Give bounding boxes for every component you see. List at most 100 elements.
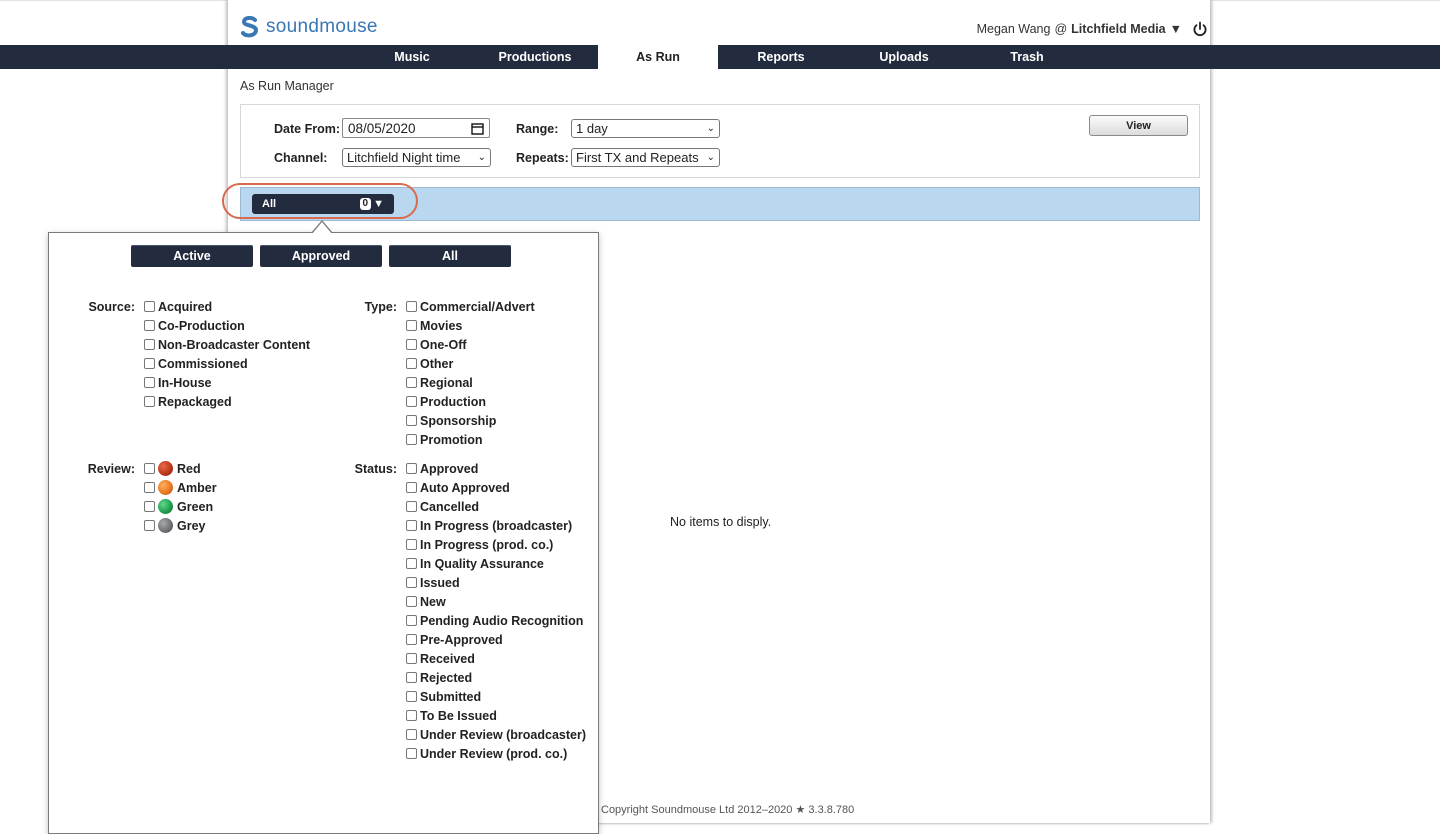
source-option[interactable]: In-House bbox=[144, 374, 211, 391]
tab-music[interactable]: Music bbox=[352, 45, 472, 69]
channel-value: Litchfield Night time bbox=[347, 150, 461, 165]
soundmouse-logo[interactable]: soundmouse bbox=[240, 14, 378, 40]
chevron-down-icon: ⌄ bbox=[477, 152, 486, 163]
checkbox[interactable] bbox=[406, 358, 417, 369]
view-button[interactable]: View bbox=[1089, 115, 1188, 136]
checkbox[interactable] bbox=[144, 520, 155, 531]
source-option[interactable]: Co-Production bbox=[144, 317, 245, 334]
type-option[interactable]: Movies bbox=[406, 317, 462, 334]
status-option[interactable]: Auto Approved bbox=[406, 479, 510, 496]
org-caret-icon[interactable]: ▼ bbox=[1170, 22, 1182, 36]
organization-name: Litchfield Media bbox=[1071, 22, 1166, 36]
checkbox[interactable] bbox=[406, 377, 417, 388]
checkbox[interactable] bbox=[406, 301, 417, 312]
checkbox[interactable] bbox=[144, 377, 155, 388]
checkbox[interactable] bbox=[406, 396, 417, 407]
tab-trash[interactable]: Trash bbox=[967, 45, 1087, 69]
checkbox[interactable] bbox=[406, 501, 417, 512]
at-sign: @ bbox=[1054, 22, 1068, 36]
checkbox[interactable] bbox=[144, 501, 155, 512]
source-option[interactable]: Acquired bbox=[144, 298, 212, 315]
checkbox[interactable] bbox=[406, 463, 417, 474]
calendar-icon[interactable] bbox=[471, 122, 484, 135]
review-option-green[interactable]: Green bbox=[144, 498, 213, 515]
checkbox[interactable] bbox=[144, 358, 155, 369]
date-from-label: Date From: bbox=[274, 122, 340, 136]
status-option[interactable]: Approved bbox=[406, 460, 478, 477]
preset-approved-button[interactable]: Approved bbox=[260, 245, 382, 267]
checkbox[interactable] bbox=[144, 339, 155, 350]
range-select[interactable]: 1 day ⌄ bbox=[571, 119, 720, 138]
checkbox[interactable] bbox=[406, 339, 417, 350]
checkbox[interactable] bbox=[144, 396, 155, 407]
checkbox[interactable] bbox=[406, 539, 417, 550]
checkbox[interactable] bbox=[144, 320, 155, 331]
type-option[interactable]: Other bbox=[406, 355, 453, 372]
status-option[interactable]: To Be Issued bbox=[406, 707, 497, 724]
type-option[interactable]: Sponsorship bbox=[406, 412, 496, 429]
status-option[interactable]: Received bbox=[406, 650, 475, 667]
checkbox[interactable] bbox=[406, 748, 417, 759]
checkbox[interactable] bbox=[406, 482, 417, 493]
status-option[interactable]: Cancelled bbox=[406, 498, 479, 515]
popover-pointer-inner bbox=[312, 222, 332, 234]
status-option[interactable]: Issued bbox=[406, 574, 460, 591]
checkbox[interactable] bbox=[406, 634, 417, 645]
type-option[interactable]: Commercial/Advert bbox=[406, 298, 535, 315]
checkbox[interactable] bbox=[406, 320, 417, 331]
status-option[interactable]: Pending Audio Recognition bbox=[406, 612, 583, 629]
channel-select[interactable]: Litchfield Night time ⌄ bbox=[342, 148, 491, 167]
review-option-grey[interactable]: Grey bbox=[144, 517, 206, 534]
type-option[interactable]: Promotion bbox=[406, 431, 483, 448]
status-option[interactable]: Rejected bbox=[406, 669, 472, 686]
preset-active-button[interactable]: Active bbox=[131, 245, 253, 267]
range-value: 1 day bbox=[576, 121, 608, 136]
checkbox[interactable] bbox=[406, 596, 417, 607]
checkbox[interactable] bbox=[406, 520, 417, 531]
power-icon[interactable] bbox=[1192, 21, 1208, 37]
preset-all-button[interactable]: All bbox=[389, 245, 511, 267]
status-option[interactable]: Under Review (broadcaster) bbox=[406, 726, 586, 743]
source-label: Source: bbox=[88, 300, 135, 314]
checkbox[interactable] bbox=[406, 434, 417, 445]
checkbox[interactable] bbox=[406, 710, 417, 721]
red-status-dot-icon bbox=[158, 461, 173, 476]
source-option[interactable]: Non-Broadcaster Content bbox=[144, 336, 310, 353]
channel-label: Channel: bbox=[274, 151, 328, 165]
review-option-amber[interactable]: Amber bbox=[144, 479, 217, 496]
type-option[interactable]: Production bbox=[406, 393, 486, 410]
type-option[interactable]: One-Off bbox=[406, 336, 467, 353]
status-option[interactable]: In Progress (prod. co.) bbox=[406, 536, 553, 553]
checkbox[interactable] bbox=[144, 463, 155, 474]
checkbox[interactable] bbox=[406, 653, 417, 664]
type-option[interactable]: Regional bbox=[406, 374, 473, 391]
checkbox[interactable] bbox=[406, 615, 417, 626]
checkbox[interactable] bbox=[144, 482, 155, 493]
status-option[interactable]: New bbox=[406, 593, 446, 610]
tab-productions[interactable]: Productions bbox=[475, 45, 595, 69]
review-option-red[interactable]: Red bbox=[144, 460, 201, 477]
status-option[interactable]: Pre-Approved bbox=[406, 631, 503, 648]
source-option[interactable]: Repackaged bbox=[144, 393, 232, 410]
checkbox[interactable] bbox=[406, 691, 417, 702]
repeats-select[interactable]: First TX and Repeats ⌄ bbox=[571, 148, 720, 167]
tab-reports[interactable]: Reports bbox=[721, 45, 841, 69]
date-from-input[interactable]: 08/05/2020 bbox=[342, 118, 490, 138]
checkbox[interactable] bbox=[144, 301, 155, 312]
soundmouse-s-icon bbox=[241, 16, 259, 38]
date-from-value: 08/05/2020 bbox=[348, 120, 416, 136]
user-menu[interactable]: Megan Wang @ Litchfield Media ▼ bbox=[977, 21, 1208, 37]
checkbox[interactable] bbox=[406, 729, 417, 740]
tab-uploads[interactable]: Uploads bbox=[844, 45, 964, 69]
grey-status-dot-icon bbox=[158, 518, 173, 533]
status-option[interactable]: In Quality Assurance bbox=[406, 555, 544, 572]
status-option[interactable]: Under Review (prod. co.) bbox=[406, 745, 567, 762]
status-option[interactable]: Submitted bbox=[406, 688, 481, 705]
checkbox[interactable] bbox=[406, 672, 417, 683]
checkbox[interactable] bbox=[406, 558, 417, 569]
status-option[interactable]: In Progress (broadcaster) bbox=[406, 517, 572, 534]
tab-as-run[interactable]: As Run bbox=[598, 45, 718, 70]
checkbox[interactable] bbox=[406, 577, 417, 588]
source-option[interactable]: Commissioned bbox=[144, 355, 248, 372]
checkbox[interactable] bbox=[406, 415, 417, 426]
